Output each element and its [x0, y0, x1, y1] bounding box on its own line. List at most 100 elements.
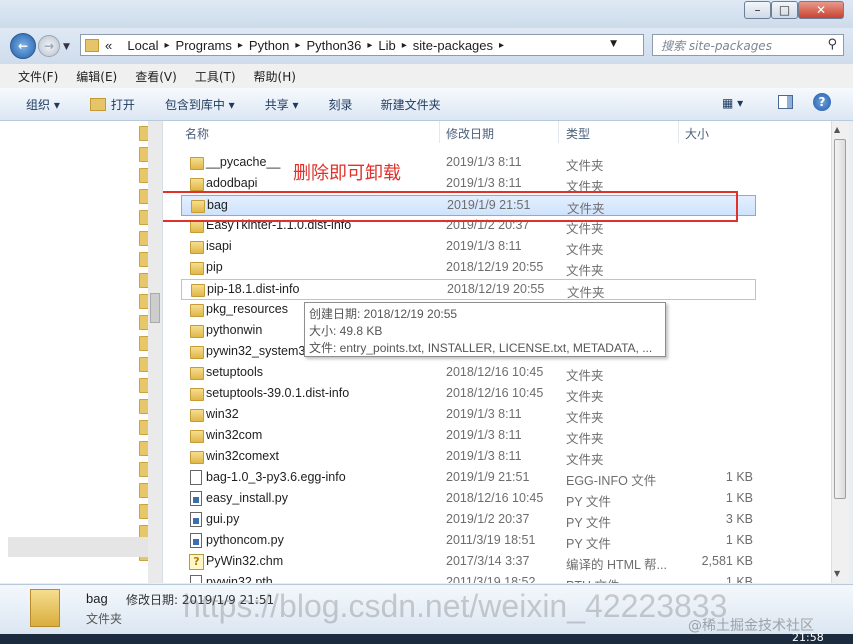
menu-file[interactable]: 文件(F): [0, 68, 67, 85]
file-date: 2019/1/2 20:37: [446, 512, 530, 526]
table-row[interactable]: __pycache__ 2019/1/3 8:11 文件夹: [163, 153, 831, 174]
include-in-library-button[interactable]: 包含到库中 ▾: [165, 96, 235, 113]
breadcrumb-separator-icon[interactable]: ▸: [295, 40, 300, 51]
table-row[interactable]: pythoncom.py 2011/3/19 18:51 PY 文件 1 KB: [163, 531, 831, 552]
column-divider[interactable]: [558, 121, 559, 143]
tooltip-size: 大小: 49.8 KB: [309, 324, 383, 338]
forward-button[interactable]: →: [38, 35, 60, 57]
folder-icon: [190, 430, 204, 443]
folder-icon: [190, 451, 204, 464]
file-name: __pycache__: [206, 155, 281, 169]
menu-help[interactable]: 帮助(H): [245, 68, 305, 85]
file-list-scrollbar[interactable]: ▲ ▼: [831, 121, 849, 583]
menu-tools[interactable]: 工具(T): [186, 68, 245, 85]
address-bar[interactable]: « Local ▸ Programs ▸ Python ▸ Python36 ▸ Lib…: [80, 34, 663, 56]
minimize-button[interactable]: –: [744, 1, 771, 19]
column-header-date[interactable]: 修改日期: [446, 125, 494, 142]
table-row[interactable]: pywin32.pth 2011/3/19 18:52 PTH 文件 1 KB: [163, 573, 831, 583]
search-icon[interactable]: ⚲: [827, 37, 837, 52]
scrollbar-thumb[interactable]: [834, 139, 846, 499]
file-name: setuptools: [206, 365, 263, 379]
new-folder-button[interactable]: 新建文件夹: [381, 96, 441, 113]
nav-scrollbar[interactable]: [148, 121, 162, 583]
scroll-up-icon[interactable]: ▲: [834, 125, 840, 134]
file-date: 2018/12/16 10:45: [446, 365, 544, 379]
breadcrumb-separator-icon[interactable]: ▸: [499, 40, 504, 51]
search-box[interactable]: 搜索 site-packages ⚲: [652, 34, 844, 56]
column-divider[interactable]: [439, 121, 440, 143]
share-button[interactable]: 共享 ▾: [265, 96, 299, 113]
details-pane: bag 修改日期: 2019/1/9 21:51 文件夹 https://blo…: [0, 584, 853, 635]
table-row[interactable]: win32com 2019/1/3 8:11 文件夹: [163, 426, 831, 447]
file-name: adodbapi: [206, 176, 258, 190]
breadcrumb-separator-icon[interactable]: ▸: [238, 40, 243, 51]
file-name: pythonwin: [206, 323, 263, 337]
folder-icon: [190, 409, 204, 422]
maximize-button[interactable]: □: [771, 1, 798, 19]
column-header-type[interactable]: 类型: [566, 125, 590, 142]
table-row[interactable]: win32 2019/1/3 8:11 文件夹: [163, 405, 831, 426]
breadcrumb-python[interactable]: Python: [249, 38, 289, 53]
nav-scrollbar-thumb[interactable]: [150, 293, 160, 323]
column-header-name[interactable]: 名称: [185, 125, 209, 142]
file-name: win32com: [206, 428, 263, 442]
annotation-text: 删除即可卸载: [293, 163, 401, 184]
breadcrumb-lib[interactable]: Lib: [378, 38, 395, 53]
file-type: 文件夹: [566, 390, 604, 404]
help-icon[interactable]: ?: [813, 93, 831, 111]
search-input[interactable]: 搜索 site-packages: [661, 37, 772, 54]
table-row[interactable]: win32comext 2019/1/3 8:11 文件夹: [163, 447, 831, 468]
breadcrumb-overflow[interactable]: «: [105, 38, 112, 53]
file-name: isapi: [206, 239, 232, 253]
breadcrumb-separator-icon[interactable]: ▸: [165, 40, 170, 51]
history-dropdown-icon[interactable]: ▼: [63, 42, 70, 52]
open-button[interactable]: 打开: [89, 96, 135, 113]
burn-button[interactable]: 刻录: [329, 96, 353, 113]
file-list[interactable]: ^ 名称 修改日期 类型 大小 __pycache__ 2019/1/3 8:11…: [163, 121, 831, 583]
breadcrumb-local[interactable]: Local: [127, 38, 158, 53]
view-options-icon[interactable]: ▦ ▾: [722, 96, 743, 110]
column-header-size[interactable]: 大小: [685, 125, 709, 142]
table-row[interactable]: easy_install.py 2018/12/16 10:45 PY 文件 1 KB: [163, 489, 831, 510]
sort-arrow-icon: ^: [303, 121, 311, 128]
file-size: 1 KB: [725, 470, 753, 484]
file-name: easy_install.py: [206, 491, 288, 505]
column-divider[interactable]: [678, 121, 679, 143]
menu-edit[interactable]: 编辑(E): [67, 68, 126, 85]
file-name: PyWin32.chm: [206, 554, 284, 568]
breadcrumb-separator-icon[interactable]: ▸: [367, 40, 372, 51]
navigation-pane[interactable]: [0, 121, 163, 583]
file-name: pywin32_system3: [206, 344, 306, 358]
table-row[interactable]: setuptools 2018/12/16 10:45 文件夹: [163, 363, 831, 384]
nav-selected-item[interactable]: [8, 537, 148, 557]
scroll-down-icon[interactable]: ▼: [834, 569, 840, 578]
breadcrumb-separator-icon[interactable]: ▸: [402, 40, 407, 51]
menu-view[interactable]: 查看(V): [126, 68, 186, 85]
folder-icon: [190, 346, 204, 359]
clock[interactable]: 21:58: [792, 631, 824, 644]
table-row[interactable]: ? PyWin32.chm 2017/3/14 3:37 编译的 HTML 帮... 2…: [163, 552, 831, 573]
breadcrumb: Local ▸ Programs ▸ Python ▸ Python36 ▸ Lib ▸ …: [127, 38, 510, 53]
table-row[interactable]: gui.py 2019/1/2 20:37 PY 文件 3 KB: [163, 510, 831, 531]
table-row[interactable]: pip 2018/12/19 20:55 文件夹: [163, 258, 831, 279]
breadcrumb-python36[interactable]: Python36: [306, 38, 361, 53]
breadcrumb-site-packages[interactable]: site-packages: [413, 38, 493, 53]
file-name: bag-1.0_3-py3.6.egg-info: [206, 470, 346, 484]
file-name: pip-18.1.dist-info: [207, 282, 300, 296]
file-type: PY 文件: [566, 537, 611, 551]
table-row[interactable]: setuptools-39.0.1.dist-info 2018/12/16 10…: [163, 384, 831, 405]
organize-button[interactable]: 组织 ▾: [26, 96, 60, 113]
close-button[interactable]: ✕: [798, 1, 844, 19]
table-row[interactable]: bag-1.0_3-py3.6.egg-info 2019/1/9 21:51 EG…: [163, 468, 831, 489]
annotation-highlight-box: [163, 191, 738, 222]
preview-pane-icon[interactable]: [778, 95, 793, 109]
title-bar: – □ ✕: [0, 0, 853, 28]
address-dropdown-icon[interactable]: ▼: [610, 39, 617, 49]
forward-arrow-icon: →: [43, 39, 55, 53]
table-row[interactable]: pip-18.1.dist-info 2018/12/19 20:55 文件夹: [181, 279, 756, 300]
large-folder-icon: [30, 589, 60, 627]
back-button[interactable]: ←: [10, 33, 36, 59]
table-row[interactable]: isapi 2019/1/3 8:11 文件夹: [163, 237, 831, 258]
breadcrumb-programs[interactable]: Programs: [176, 38, 232, 53]
python-file-icon: [190, 533, 202, 548]
